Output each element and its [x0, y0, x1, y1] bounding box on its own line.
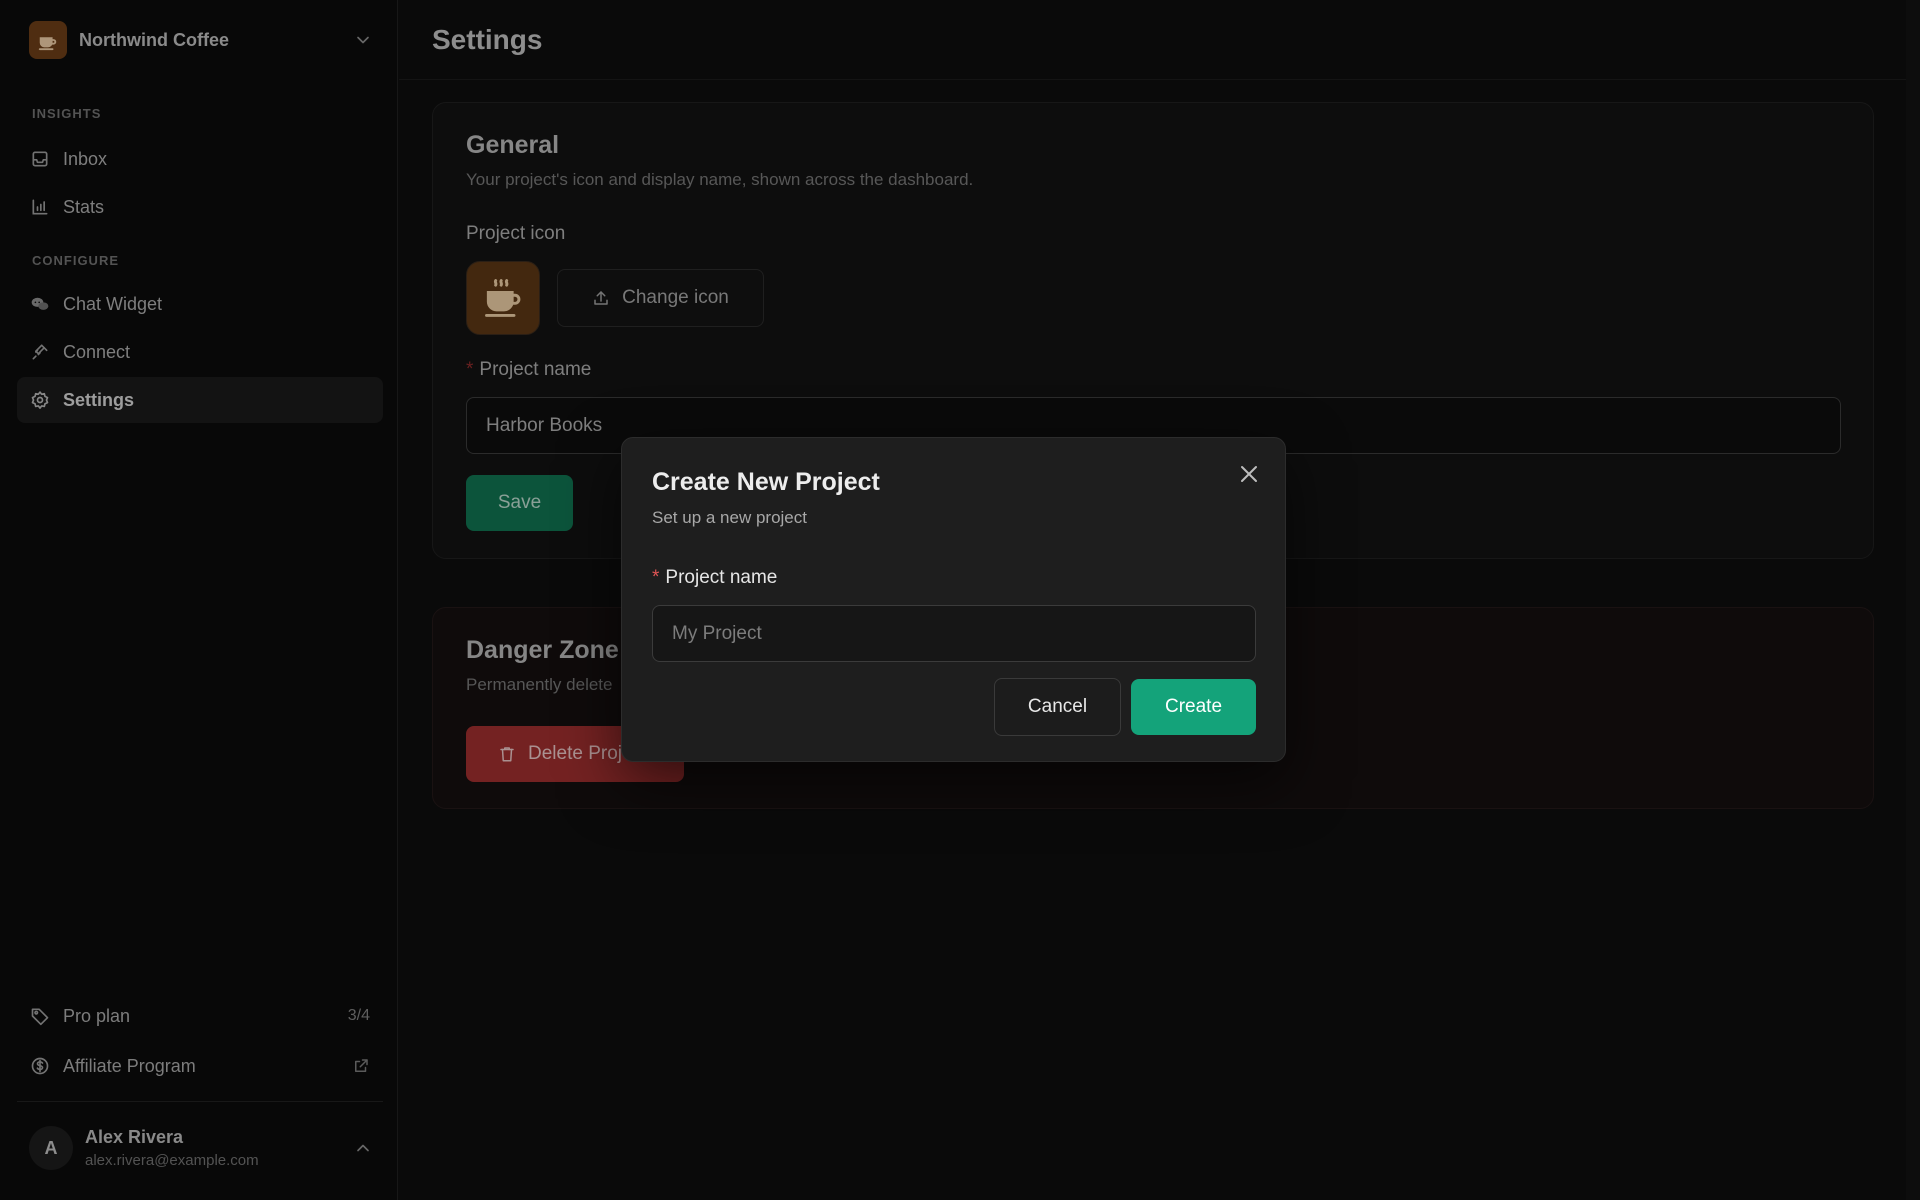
dialog-subtitle: Set up a new project — [652, 508, 807, 527]
dialog-title: Create New Project — [652, 468, 880, 496]
required-asterisk: * — [652, 567, 660, 588]
close-icon[interactable] — [1237, 462, 1261, 486]
dialog-project-name-input[interactable] — [652, 605, 1256, 662]
cancel-button[interactable]: Cancel — [994, 678, 1121, 736]
dialog-project-name-label: * Project name — [652, 567, 778, 588]
create-project-dialog: Create New Project Set up a new project … — [621, 437, 1286, 762]
create-button[interactable]: Create — [1131, 679, 1256, 735]
